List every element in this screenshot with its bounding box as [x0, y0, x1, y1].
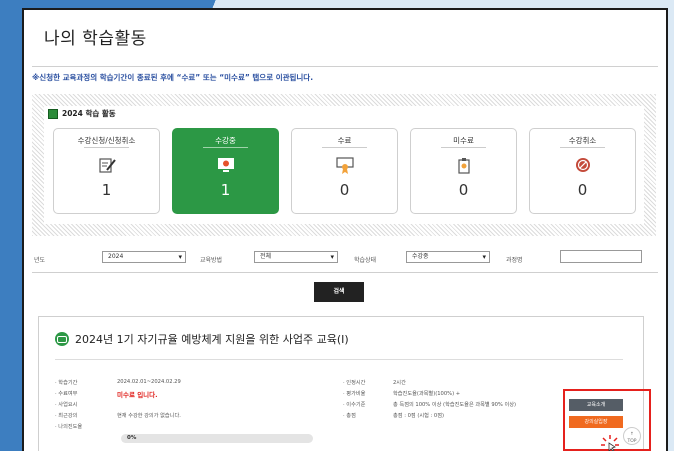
card-in-progress[interactable]: 수강중 1 [172, 128, 279, 214]
course-info-right: · 인정시간 2시간 · 평가비율 학습진도율(과목별)(100%) + · 이수기… [343, 380, 517, 419]
certificate-icon [292, 155, 397, 175]
course-title[interactable]: 2024년 1기 자기규율 예방체계 지원을 위한 사업주 교육(Ⅰ) [55, 331, 349, 347]
clipboard-warning-icon [411, 155, 516, 175]
progress-bar: 0% [121, 434, 313, 443]
status-select[interactable]: 수강중 [406, 251, 490, 263]
summary-panel: 2024 학습 활동 수강신청/신청취소 1 수강중 1 수료 0 미수료 0 … [32, 94, 656, 236]
prohibited-icon [530, 155, 635, 175]
click-cursor-icon [601, 435, 619, 451]
year-select[interactable]: 2024 [102, 251, 186, 263]
course-card: 2024년 1기 자기규율 예방체계 지원을 위한 사업주 교육(Ⅰ) · 학습… [38, 316, 644, 451]
filter-bar: 년도 2024 교육방법 전체 학습상태 수강중 과정명 [32, 246, 656, 274]
edit-note-icon [54, 155, 159, 175]
card-applied-cancelled[interactable]: 수강신청/신청취소 1 [53, 128, 160, 214]
card-completed[interactable]: 수료 0 [291, 128, 398, 214]
page-title: 나의 학습활동 [44, 29, 147, 49]
card-enrollment-cancelled[interactable]: 수강취소 0 [529, 128, 636, 214]
year-marker-icon [48, 108, 58, 119]
learning-activity-page: 나의 학습활동 ※신청한 교육과정의 학습기간이 종료된 후에 “수료” 또는 … [22, 8, 668, 451]
course-name-input[interactable] [560, 250, 642, 263]
scroll-top-button[interactable]: ↑ TOP [623, 427, 641, 445]
monitor-play-icon [173, 155, 278, 175]
status-notice: ※신청한 교육과정의 학습기간이 종료된 후에 “수료” 또는 “미수료” 탭으… [32, 73, 314, 82]
card-not-completed[interactable]: 미수료 0 [410, 128, 517, 214]
monitor-icon [55, 332, 69, 346]
year-label: 2024 학습 활동 [48, 108, 116, 119]
method-select[interactable]: 전체 [254, 251, 338, 263]
search-button[interactable]: 검색 [314, 282, 364, 302]
title-divider [32, 66, 658, 67]
